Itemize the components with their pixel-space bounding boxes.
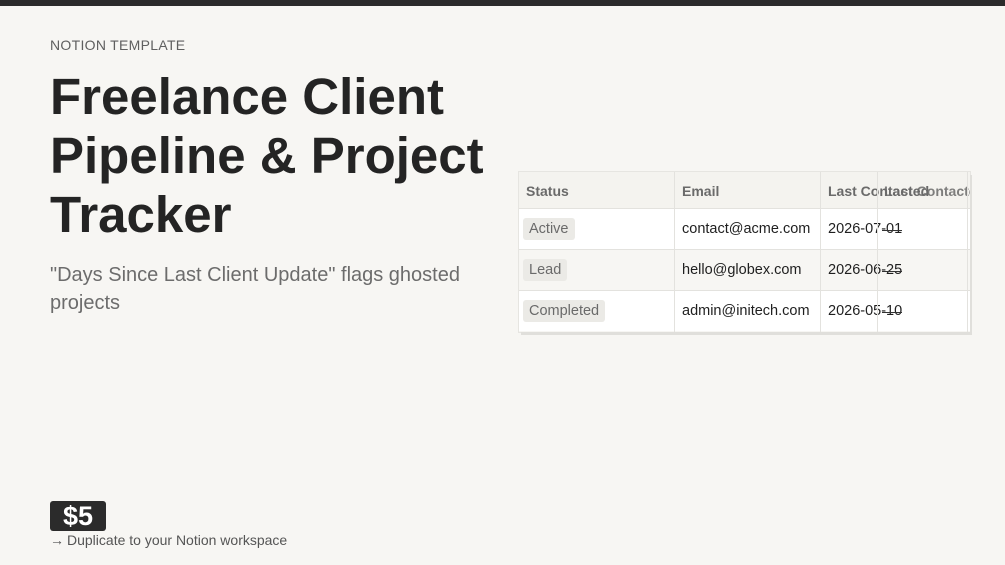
column-divider	[674, 172, 675, 332]
client-table: Status Email Last Contacted Last Contact…	[519, 172, 970, 332]
status-badge: Lead	[523, 259, 568, 281]
duplicate-link-label: Duplicate to your Notion workspace	[67, 532, 288, 548]
column-divider	[877, 172, 878, 332]
price-badge[interactable]: $5	[50, 501, 106, 531]
page-title: Freelance Client Pipeline & Project Trac…	[50, 68, 484, 243]
date-cell: 2026-06-25	[828, 262, 903, 278]
status-badge: Completed	[523, 300, 606, 322]
email-cell[interactable]: admin@initech.com	[682, 303, 810, 319]
column-divider	[967, 172, 968, 332]
top-accent-bar	[0, 0, 1005, 6]
eyebrow-label: NOTION TEMPLATE	[50, 37, 186, 53]
email-cell[interactable]: contact@acme.com	[682, 221, 810, 237]
email-cell[interactable]: hello@globex.com	[682, 262, 802, 278]
table-row[interactable]: Active contact@acme.com 2026-07-01	[519, 208, 970, 249]
overlap-line	[882, 312, 902, 313]
column-header-status[interactable]: Status	[526, 183, 569, 199]
overlap-line	[882, 230, 902, 231]
column-header-overlap: Last Contacted	[884, 183, 970, 199]
page-subtitle: "Days Since Last Client Update" flags gh…	[50, 264, 460, 314]
column-divider	[820, 172, 821, 332]
duplicate-link[interactable]: → Duplicate to your Notion workspace	[50, 532, 287, 548]
date-cell: 2026-07-01	[828, 221, 903, 237]
status-badge: Active	[523, 218, 575, 240]
arrow-right-icon: →	[50, 532, 64, 548]
table-row[interactable]: Completed admin@initech.com 2026-05-10	[519, 290, 970, 331]
column-header-email[interactable]: Email	[682, 183, 719, 199]
overlap-line	[882, 271, 902, 272]
table-header: Status Email Last Contacted Last Contact…	[519, 172, 970, 208]
date-cell: 2026-05-10	[828, 303, 903, 319]
table-row[interactable]: Lead hello@globex.com 2026-06-25	[519, 249, 970, 290]
